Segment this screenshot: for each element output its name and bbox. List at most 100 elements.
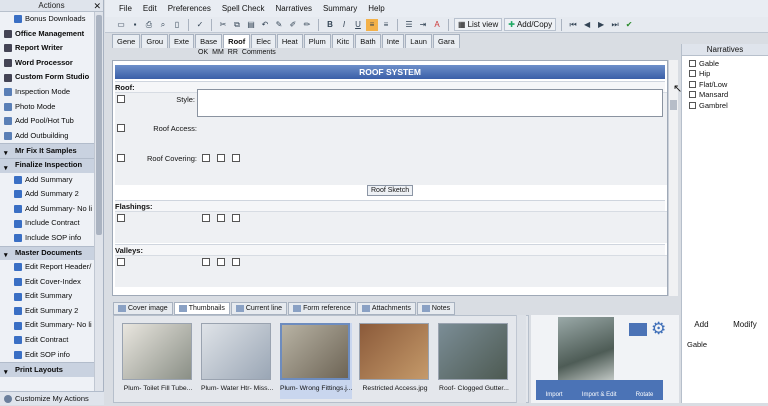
print-preview-icon[interactable]: ⌕ — [157, 19, 169, 31]
italic-button[interactable]: I — [338, 19, 350, 31]
menu-item[interactable]: Narratives — [276, 4, 312, 13]
pencil-add-icon[interactable]: ✐ — [287, 19, 299, 31]
mm-checkbox[interactable] — [217, 214, 225, 222]
checkmark-icon[interactable]: ✔ — [623, 19, 635, 31]
action-item[interactable]: Add Summary 2 — [0, 187, 103, 202]
modify-narrative-button[interactable]: Modify — [733, 320, 757, 329]
new-icon[interactable]: ▭ — [115, 19, 127, 31]
section-tab[interactable]: Bath — [355, 34, 381, 48]
action-item[interactable]: Report Writer — [0, 41, 103, 56]
action-item[interactable]: ▾ Finalize Inspection — [0, 157, 103, 173]
style-comments-field[interactable] — [197, 89, 663, 117]
ok-checkbox[interactable] — [202, 258, 210, 266]
indent-icon[interactable]: ⇥ — [417, 19, 429, 31]
action-item[interactable]: Add Summary — [0, 173, 103, 188]
bottom-tab[interactable]: Cover image — [113, 302, 173, 315]
bold-button[interactable]: B — [324, 19, 336, 31]
folder-icon[interactable] — [629, 323, 647, 336]
bottom-tab[interactable]: Form reference — [288, 302, 356, 315]
roof-sketch-button[interactable]: Roof Sketch — [367, 185, 414, 196]
menu-item[interactable]: File — [119, 4, 132, 13]
action-item[interactable]: Office Management — [0, 27, 103, 42]
narrative-checkbox[interactable] — [689, 80, 696, 88]
font-color-icon[interactable]: A — [431, 19, 443, 31]
section-tab[interactable]: Grou — [141, 34, 169, 48]
menu-item[interactable]: Edit — [143, 4, 157, 13]
action-item[interactable]: ▾ Master Documents — [0, 245, 103, 261]
scroll-thumb[interactable] — [96, 15, 102, 235]
import-edit-button[interactable]: Import & Edit — [582, 392, 617, 398]
close-icon[interactable]: ✕ — [93, 0, 101, 12]
bottom-tab[interactable]: Thumbnails — [173, 302, 230, 315]
next-record-icon[interactable]: ▶ — [595, 19, 607, 31]
menu-item[interactable]: Summary — [323, 4, 357, 13]
bottom-tab[interactable]: Attachments — [356, 302, 416, 315]
action-item[interactable]: Edit Summary — [0, 289, 103, 304]
customize-actions-button[interactable]: Customize My Actions — [0, 391, 104, 405]
action-item[interactable]: Edit Summary- No li — [0, 318, 103, 333]
section-tab[interactable]: Heat — [276, 34, 303, 48]
flashings-checkbox[interactable] — [117, 214, 125, 222]
section-tab[interactable]: Gara — [432, 34, 460, 48]
action-item[interactable]: Inspection Mode — [0, 85, 103, 100]
action-item[interactable]: ▾ Print Layouts — [0, 362, 103, 377]
action-item[interactable]: Edit Contract — [0, 333, 103, 348]
first-record-icon[interactable]: ⏮ — [567, 19, 579, 31]
narrative-item[interactable]: Gable — [682, 58, 768, 69]
ok-checkbox[interactable] — [202, 214, 210, 222]
add-narrative-button[interactable]: Add — [694, 320, 708, 329]
menu-item[interactable]: Spell Check — [222, 4, 265, 13]
action-item[interactable]: Add Summary- No li — [0, 202, 103, 217]
last-record-icon[interactable]: ⏭ — [609, 19, 621, 31]
action-item[interactable]: Add Outbuilding — [0, 129, 103, 144]
action-item[interactable]: Add Pool/Hot Tub — [0, 114, 103, 129]
section-tab[interactable]: Elec — [251, 34, 276, 48]
cut-icon[interactable]: ✂ — [217, 19, 229, 31]
action-item[interactable]: ▾ Mr Fix It Samples — [0, 143, 103, 158]
section-tab[interactable]: Kitc — [331, 34, 355, 48]
valleys-checkbox[interactable] — [117, 258, 125, 266]
ok-checkbox[interactable] — [202, 154, 210, 162]
section-tab[interactable]: Gene — [112, 34, 141, 48]
rotate-button[interactable]: Rotate — [636, 392, 654, 398]
previous-record-icon[interactable]: ◀ — [581, 19, 593, 31]
print-icon[interactable]: ⎙ — [143, 19, 155, 31]
narrative-item[interactable]: Mansard — [682, 90, 768, 101]
thumbnail-scrollbar[interactable] — [516, 315, 526, 403]
thumbnail[interactable]: Plum- Water Htr- Miss... — [201, 323, 273, 399]
section-tab[interactable]: Inte — [381, 34, 405, 48]
action-item[interactable]: Edit Cover-Index — [0, 275, 103, 290]
section-tab[interactable]: Laun — [405, 34, 432, 48]
gear-icon[interactable]: ⚙ — [651, 319, 666, 339]
section-tab[interactable]: Roof — [223, 34, 251, 48]
action-item[interactable]: Edit Report Header/ — [0, 260, 103, 275]
rr-checkbox[interactable] — [232, 154, 240, 162]
action-item[interactable]: Edit SOP info — [0, 348, 103, 363]
list-view-button[interactable]: ▦ List view — [454, 18, 503, 31]
narrative-checkbox[interactable] — [689, 70, 696, 78]
section-tab[interactable]: Plum — [303, 34, 331, 48]
form-scrollbar[interactable] — [668, 60, 678, 296]
thumbnail[interactable]: Plum- Toilet Fill Tube... — [122, 323, 194, 399]
rr-checkbox[interactable] — [232, 214, 240, 222]
action-item[interactable]: Include Contract — [0, 216, 103, 231]
rr-checkbox[interactable] — [232, 258, 240, 266]
bottom-tab[interactable]: Notes — [416, 302, 456, 315]
save-icon[interactable]: ▪ — [129, 19, 141, 31]
narrative-item[interactable]: Hip — [682, 69, 768, 80]
narrative-item[interactable]: Gambrel — [682, 100, 768, 111]
section-tab[interactable]: Base — [195, 34, 223, 48]
narrative-checkbox[interactable] — [689, 59, 696, 67]
actions-scrollbar[interactable] — [94, 12, 103, 392]
copy-icon[interactable]: ⧉ — [231, 19, 243, 31]
roof-access-checkbox[interactable] — [117, 124, 125, 132]
align-left-icon[interactable]: ≡ — [366, 18, 378, 31]
underline-button[interactable]: U — [352, 19, 364, 31]
add-copy-button[interactable]: ✚ Add/Copy — [504, 18, 557, 31]
undo-icon[interactable]: ↶ — [259, 19, 271, 31]
thumbnail[interactable]: Plum- Wrong Fittings.j... — [280, 323, 352, 399]
narrative-item[interactable]: Flat/Low — [682, 79, 768, 90]
action-item[interactable]: Edit Summary 2 — [0, 304, 103, 319]
thumbnail[interactable]: Restricted Access.jpg — [359, 323, 431, 399]
pencil-icon[interactable]: ✎ — [273, 19, 285, 31]
